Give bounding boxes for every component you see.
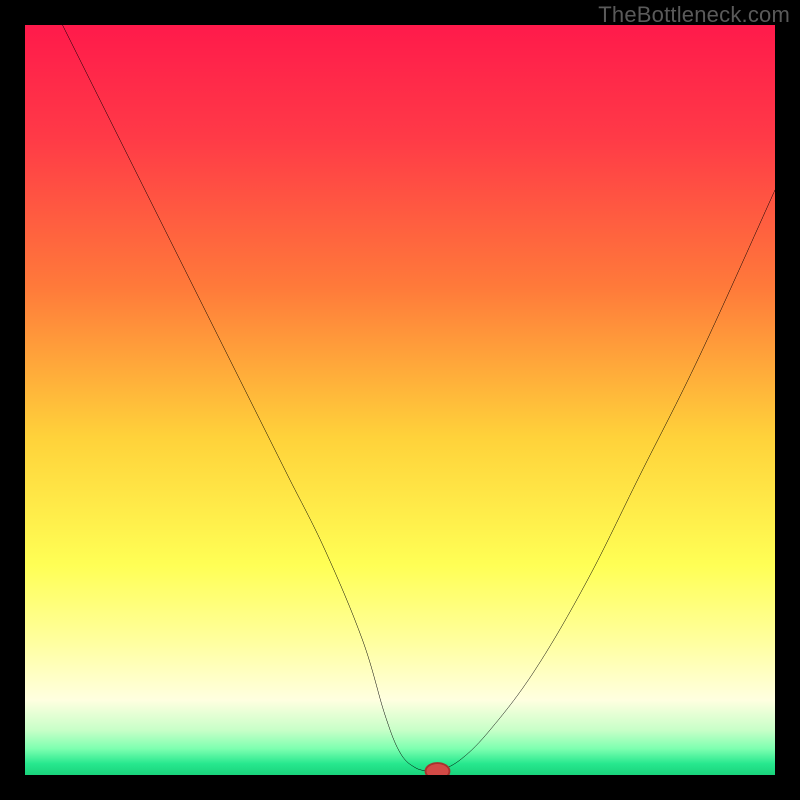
plot-svg xyxy=(25,25,775,775)
optimum-marker xyxy=(426,763,450,775)
gradient-background xyxy=(25,25,775,775)
chart-frame: TheBottleneck.com xyxy=(0,0,800,800)
bottleneck-plot xyxy=(25,25,775,775)
